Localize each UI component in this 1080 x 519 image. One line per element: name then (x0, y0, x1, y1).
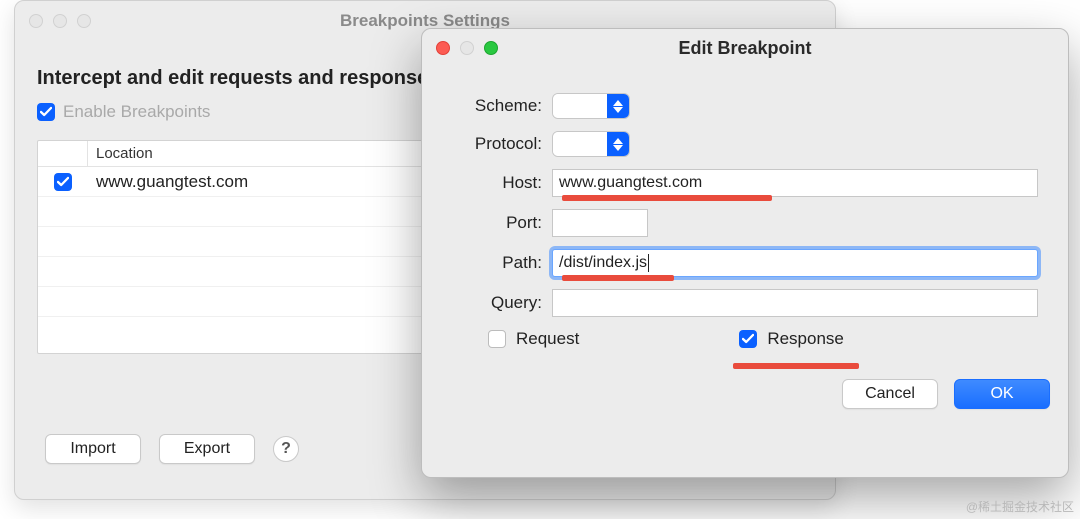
back-dot-inactive (53, 14, 67, 28)
path-row: Path: /dist/index.js (452, 249, 1038, 277)
query-row: Query: (452, 289, 1038, 317)
protocol-select[interactable] (552, 131, 630, 157)
annotation-underline (733, 363, 859, 369)
updown-icon (607, 132, 629, 156)
edit-breakpoint-window: Edit Breakpoint Scheme: Protocol: (421, 28, 1069, 478)
host-row: Host: (452, 169, 1038, 197)
minimize-button (460, 41, 474, 55)
scheme-label: Scheme: (452, 96, 552, 116)
front-titlebar: Edit Breakpoint (422, 29, 1068, 67)
query-label: Query: (452, 293, 552, 313)
back-dot-inactive (77, 14, 91, 28)
response-checkbox[interactable] (739, 330, 757, 348)
watermark: @稀土掘金技术社区 (966, 498, 1074, 515)
scheme-row: Scheme: (452, 93, 1038, 119)
front-title: Edit Breakpoint (678, 38, 811, 58)
request-label: Request (516, 329, 579, 349)
host-input[interactable] (552, 169, 1038, 197)
protocol-row: Protocol: (452, 131, 1038, 157)
scheme-select[interactable] (552, 93, 630, 119)
response-label: Response (767, 329, 844, 349)
back-traffic-lights (29, 14, 91, 28)
col-location: Location (88, 141, 153, 166)
annotation-underline (562, 195, 772, 201)
query-input[interactable] (552, 289, 1038, 317)
response-checkbox-row[interactable]: Response (739, 329, 844, 349)
row-location: www.guangtest.com (88, 172, 248, 192)
request-checkbox-row[interactable]: Request (488, 329, 579, 349)
path-label: Path: (452, 253, 552, 273)
export-button[interactable]: Export (159, 434, 255, 464)
import-button[interactable]: Import (45, 434, 141, 464)
updown-icon (607, 94, 629, 118)
request-checkbox[interactable] (488, 330, 506, 348)
help-button[interactable]: ? (273, 436, 299, 462)
back-dot-inactive (29, 14, 43, 28)
ok-button[interactable]: OK (954, 379, 1050, 409)
close-button[interactable] (436, 41, 450, 55)
port-label: Port: (452, 213, 552, 233)
path-value: /dist/index.js (559, 254, 647, 272)
port-row: Port: (452, 209, 1038, 237)
row-checkbox[interactable] (54, 173, 72, 191)
cancel-button[interactable]: Cancel (842, 379, 938, 409)
front-traffic-lights (436, 41, 498, 55)
enable-breakpoints-label: Enable Breakpoints (63, 102, 210, 122)
port-input[interactable] (552, 209, 648, 237)
annotation-underline (562, 275, 674, 281)
zoom-button[interactable] (484, 41, 498, 55)
enable-breakpoints-checkbox[interactable] (37, 103, 55, 121)
path-input[interactable]: /dist/index.js (552, 249, 1038, 277)
host-label: Host: (452, 173, 552, 193)
protocol-label: Protocol: (452, 134, 552, 154)
text-cursor (648, 254, 649, 272)
